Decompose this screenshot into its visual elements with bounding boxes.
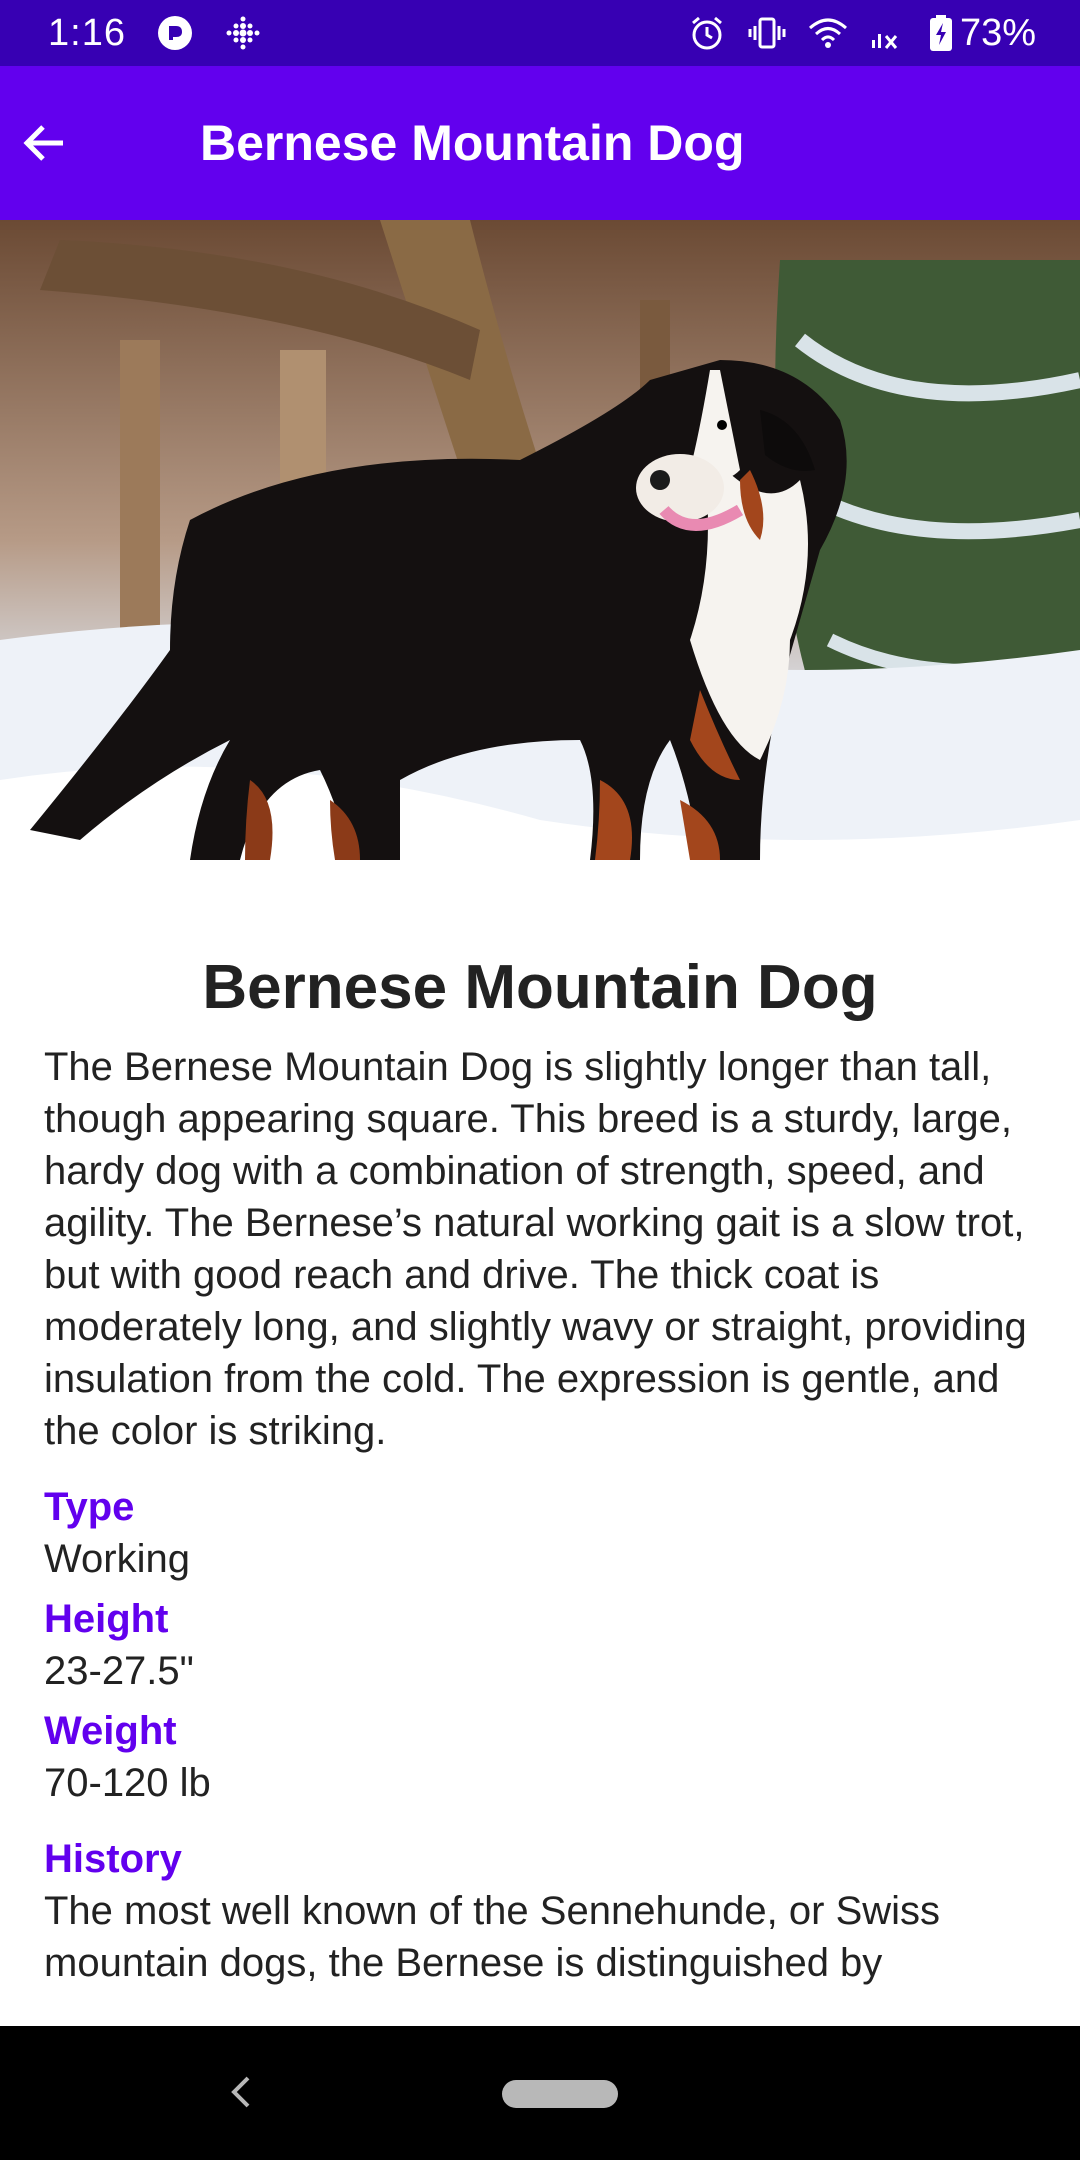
arrow-left-icon xyxy=(21,119,69,167)
history-label: History xyxy=(44,1837,182,1881)
vibrate-icon xyxy=(748,14,786,52)
breed-details: Bernese Mountain Dog The Bernese Mountai… xyxy=(0,930,1080,2026)
status-bar: 1:16 73% xyxy=(0,0,1080,66)
status-time: 1:16 xyxy=(48,11,126,54)
battery-percent: 73% xyxy=(959,11,1036,54)
signal-icon xyxy=(870,14,906,52)
status-right: 73% xyxy=(688,12,1036,55)
alarm-icon xyxy=(688,14,726,52)
fitbit-icon xyxy=(224,14,262,52)
type-label: Type xyxy=(44,1485,135,1529)
app-bar-title: Bernese Mountain Dog xyxy=(200,115,745,171)
weight-label: Weight xyxy=(44,1709,177,1753)
nav-home-pill[interactable] xyxy=(502,2080,618,2108)
wifi-icon xyxy=(808,14,848,52)
battery-charging-icon xyxy=(928,14,954,52)
breed-description: The Bernese Mountain Dog is slightly lon… xyxy=(44,1045,1027,1453)
type-value: Working xyxy=(44,1537,190,1581)
breed-name: Bernese Mountain Dog xyxy=(202,953,878,1022)
height-label: Height xyxy=(44,1597,169,1641)
breed-photo xyxy=(0,220,1080,930)
chevron-left-icon xyxy=(222,2076,262,2116)
status-left: 1:16 xyxy=(48,12,262,55)
history-value: The most well known of the Sennehunde, o… xyxy=(44,1889,941,1985)
height-value: 23-27.5" xyxy=(44,1649,194,1693)
app-bar: Bernese Mountain Dog xyxy=(0,66,1080,220)
system-nav-bar xyxy=(0,2026,1080,2160)
weight-value: 70-120 lb xyxy=(44,1761,211,1805)
nav-back-button[interactable] xyxy=(222,2072,262,2112)
back-button[interactable] xyxy=(0,98,90,188)
messenger-icon xyxy=(156,14,194,52)
